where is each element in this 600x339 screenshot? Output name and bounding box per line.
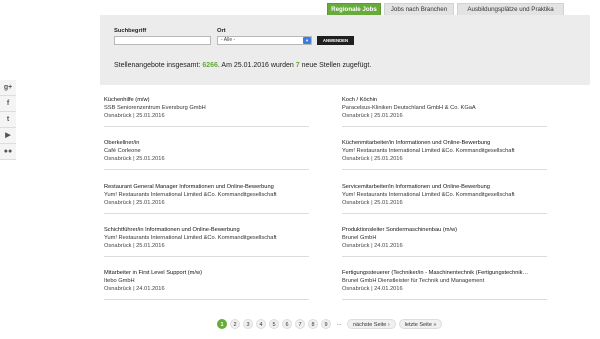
job-company: Yum! Restaurants International Limited &… [342,192,515,198]
job-meta: Osnabrück | 24.01.2016 [104,286,165,292]
job-company: Brunel GmbH [342,235,377,241]
page-5[interactable]: 5 [269,319,279,329]
social-sidebar: g+ f t ▶ ●● [0,80,16,160]
page-1[interactable]: 1 [217,319,227,329]
job-item[interactable]: Schichtführer/in Informationen und Onlin… [104,227,309,257]
search-panel: Suchbegriff Ort - Alle - ▾ ANWENDEN Stel… [100,15,590,85]
search-input[interactable] [114,36,211,45]
facebook-icon[interactable]: f [0,96,16,112]
job-company: Paracelsus-Kliniken Deutschland GmbH & C… [342,105,476,111]
job-meta: Osnabrück | 25.01.2016 [104,243,165,249]
apply-button[interactable]: ANWENDEN [317,36,354,45]
divider [104,213,309,214]
divider [104,126,309,127]
divider [104,256,309,257]
job-item[interactable]: Servicemitarbeiter/in Informationen und … [342,184,547,214]
job-item[interactable]: Küchenmitarbeiter/in Informationen und O… [342,140,547,170]
job-company: Itebo GmbH [104,278,135,284]
divider [342,299,547,300]
stats-prefix: Stellenangebote insgesamt: [114,62,203,69]
job-title[interactable]: Schichtführer/in Informationen und Onlin… [104,227,309,233]
pagination: 1 2 3 4 5 6 7 8 9 … nächste Seite › letz… [217,319,443,329]
stats-total: 6266 [202,62,218,69]
job-title[interactable]: Produktionsleiter Sondermaschinenbau (m/… [342,227,547,233]
googleplus-icon[interactable]: g+ [0,80,16,96]
divider [342,126,547,127]
location-label: Ort [217,28,226,34]
job-meta: Osnabrück | 25.01.2016 [104,113,165,119]
page-8[interactable]: 8 [308,319,318,329]
job-company: Yum! Restaurants International Limited &… [104,192,277,198]
job-item[interactable]: Restaurant General Manager Informationen… [104,184,309,214]
job-meta: Osnabrück | 25.01.2016 [342,113,403,119]
job-company: Brunel GmbH Dienstleister für Technik un… [342,278,485,284]
job-title[interactable]: Mitarbeiter in First Level Support (m/w) [104,270,309,276]
job-meta: Osnabrück | 25.01.2016 [104,200,165,206]
location-select[interactable]: - Alle - ▾ [217,36,312,45]
job-meta: Osnabrück | 24.01.2016 [342,243,403,249]
select-arrow-icon: ▾ [303,37,311,44]
job-title[interactable]: Oberkellner/in [104,140,309,146]
divider [342,256,547,257]
job-company: Café Corleone [104,148,141,154]
job-company: Yum! Restaurants International Limited &… [104,235,277,241]
flickr-icon[interactable]: ●● [0,144,16,160]
job-meta: Osnabrück | 25.01.2016 [104,156,165,162]
job-title[interactable]: Restaurant General Manager Informationen… [104,184,309,190]
job-company: Yum! Restaurants International Limited &… [342,148,515,154]
job-item[interactable]: Produktionsleiter Sondermaschinenbau (m/… [342,227,547,257]
page-ellipsis: … [336,321,342,327]
job-title[interactable]: Fertigungssteuerer (Techniker/in - Masch… [342,270,547,276]
job-item[interactable]: Fertigungssteuerer (Techniker/in - Masch… [342,270,547,300]
job-title[interactable]: Küchenhilfe (m/w) [104,97,309,103]
stats-suffix: neue Stellen zugefügt. [299,62,372,69]
next-page-button[interactable]: nächste Seite › [347,319,396,329]
job-item[interactable]: Mitarbeiter in First Level Support (m/w)… [104,270,309,300]
job-title[interactable]: Küchenmitarbeiter/in Informationen und O… [342,140,547,146]
page-7[interactable]: 7 [295,319,305,329]
youtube-icon[interactable]: ▶ [0,128,16,144]
twitter-icon[interactable]: t [0,112,16,128]
tab-bar: Regionale Jobs Jobs nach Branchen Ausbil… [327,3,564,15]
divider [104,299,309,300]
tab-jobs-nach-branchen[interactable]: Jobs nach Branchen [384,3,454,15]
job-title[interactable]: Servicemitarbeiter/in Informationen und … [342,184,547,190]
page-3[interactable]: 3 [243,319,253,329]
stats-text: Stellenangebote insgesamt: 6266. Am 25.0… [114,62,371,69]
page-6[interactable]: 6 [282,319,292,329]
job-meta: Osnabrück | 25.01.2016 [342,156,403,162]
tab-ausbildung-praktika[interactable]: Ausbildungsplätze und Praktika [457,3,564,15]
job-meta: Osnabrück | 24.01.2016 [342,286,403,292]
page-4[interactable]: 4 [256,319,266,329]
job-company: SSB Seniorenzentrum Eversburg GmbH [104,105,206,111]
divider [104,169,309,170]
divider [342,213,547,214]
query-label: Suchbegriff [114,28,147,34]
location-select-value: - Alle - [221,37,236,43]
job-meta: Osnabrück | 25.01.2016 [342,200,403,206]
last-page-button[interactable]: letzte Seite » [398,319,443,329]
job-title[interactable]: Koch / Köchin [342,97,547,103]
job-item[interactable]: Oberkellner/in Café Corleone Osnabrück |… [104,140,309,170]
page-2[interactable]: 2 [230,319,240,329]
stats-middle: . Am 25.01.2016 wurden [217,62,296,69]
page-9[interactable]: 9 [321,319,331,329]
divider [342,169,547,170]
job-item[interactable]: Koch / Köchin Paracelsus-Kliniken Deutsc… [342,97,547,127]
job-item[interactable]: Küchenhilfe (m/w) SSB Seniorenzentrum Ev… [104,97,309,127]
tab-regionale-jobs[interactable]: Regionale Jobs [327,3,381,15]
